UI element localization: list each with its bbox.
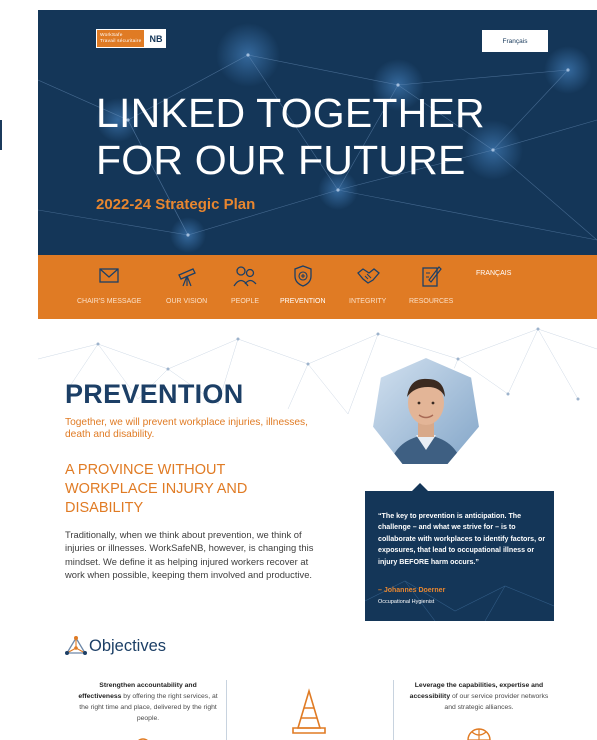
nav-item-people[interactable]: PEOPLE [231,263,259,305]
nav-label: PREVENTION [280,298,326,305]
shield-plus-icon [294,265,312,287]
telescope-icon [177,268,196,287]
quote-author-role: Occupational Hygienist [378,599,435,605]
nav-label: RESOURCES [409,298,454,305]
page-edge-marker [0,120,2,150]
quote-card: “The key to prevention is anticipation. … [365,491,554,621]
globe-icon [467,728,491,740]
nav-label: PEOPLE [231,298,260,305]
hero-title-line-2: FOR OUR FUTURE [96,137,466,183]
nav-item-prevention[interactable]: PREVENTION [280,263,326,305]
nav-language-link[interactable]: FRANÇAIS [476,270,511,277]
nav-label: OUR VISION [166,298,208,305]
logo-line-2: Travail sécuritaire [100,38,142,44]
nav-item-chairs-message[interactable]: CHAIR'S MESSAGE [77,263,141,305]
nav-item-integrity[interactable]: INTEGRITY [349,263,386,305]
objective-2-text: of our service provider networks and str… [444,693,549,711]
quote-text: “The key to prevention is anticipation. … [378,512,546,566]
logo-text-block: WorkSafe Travail sécuritaire [96,29,146,48]
section-title: PREVENTION [65,379,244,409]
section-nav-bar: CHAIR'S MESSAGE OUR VISION PEOPLE PREVEN… [38,255,597,319]
handshake-icon [356,268,380,284]
document-pencil-icon [422,266,442,287]
nav-item-our-vision[interactable]: OUR VISION [166,263,207,305]
worksafenb-logo[interactable]: WorkSafe Travail sécuritaire NB [96,29,167,48]
section-body-text: Traditionally, when we think about preve… [65,529,314,580]
nav-label: INTEGRITY [349,298,387,305]
quote-author: – Johannes Doerner [378,587,446,594]
portrait-photo [370,355,482,466]
logo-nb: NB [145,29,167,48]
envelope-icon [99,268,119,283]
language-toggle-button[interactable]: Français [482,30,548,52]
objective-divider [226,680,227,740]
nav-label: CHAIR'S MESSAGE [77,298,142,305]
objectives-heading: Objectives [65,636,166,656]
circle-icon [138,738,148,740]
people-icon [233,266,257,287]
objective-divider [393,680,394,740]
page: WorkSafe Travail sécuritaire NB Français… [38,10,597,740]
section-subheading: A PROVINCE WITHOUT WORKPLACE INJURY AND … [65,462,248,516]
section-tagline: Together, we will prevent workplace inju… [65,417,308,440]
traffic-cone-icon [292,688,326,734]
hero-title-line-1: LINKED TOGETHER [96,90,485,136]
hero-title: LINKED TOGETHER FOR OUR FUTURE [96,90,485,184]
objectives-heading-text: Objectives [89,636,167,655]
hero-subtitle: 2022-24 Strategic Plan [96,196,256,213]
network-triangle-icon [65,636,87,655]
hero-banner: WorkSafe Travail sécuritaire NB Français… [38,10,597,255]
objective-item-2: Leverage the capabilities, expertise and… [404,680,554,713]
nav-item-resources[interactable]: RESOURCES [409,263,453,305]
objective-item-1: Strengthen accountability and effectiven… [78,680,218,724]
